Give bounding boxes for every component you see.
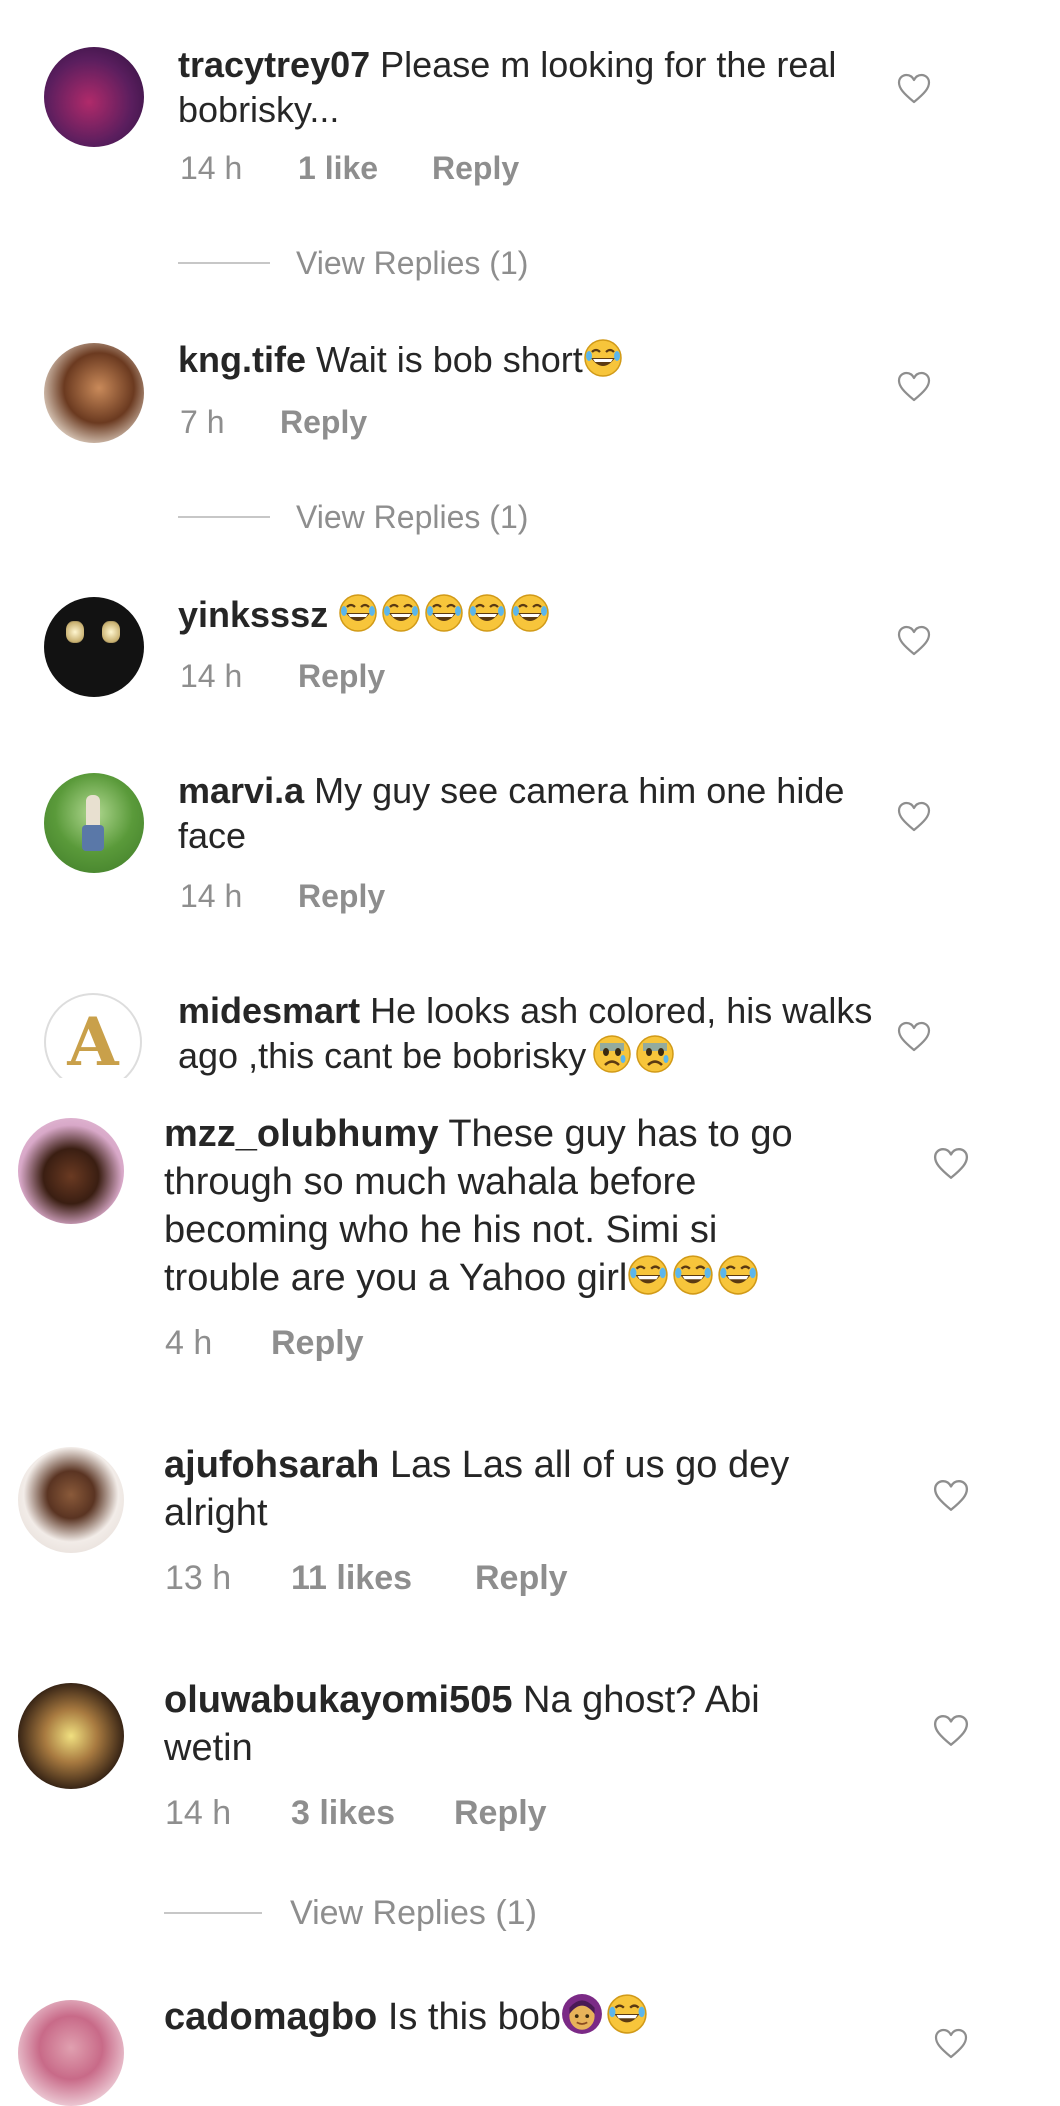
comment-text: ajufohsarah Las Las all of us go dey alr… xyxy=(164,1441,844,1537)
sad-emoji-icon xyxy=(592,1034,632,1074)
avatar[interactable] xyxy=(18,1447,124,1553)
heart-icon[interactable] xyxy=(933,1479,969,1513)
sad-emoji-icon xyxy=(635,1034,675,1074)
heart-icon[interactable] xyxy=(933,1714,969,1748)
avatar-letter: A xyxy=(67,1003,119,1078)
reply-button[interactable]: Reply xyxy=(271,1323,364,1363)
avatar[interactable]: A xyxy=(44,993,142,1078)
username[interactable]: mzz_olubhumy xyxy=(164,1113,438,1155)
heart-icon[interactable] xyxy=(933,2028,969,2060)
laughing-emoji-icon xyxy=(717,1254,759,1296)
view-replies-label: View Replies (1) xyxy=(290,1894,537,1932)
timestamp: 14 h xyxy=(165,1794,232,1832)
username[interactable]: midesmart xyxy=(178,990,360,1031)
woman-emoji-icon xyxy=(561,1993,603,2035)
reply-button[interactable]: Reply xyxy=(475,1558,568,1598)
timestamp: 13 h xyxy=(165,1559,232,1597)
comment-body: Is this bob xyxy=(387,1996,562,2038)
avatar[interactable] xyxy=(18,1683,124,1789)
avatar[interactable] xyxy=(18,1118,124,1224)
timestamp: 4 h xyxy=(165,1324,213,1362)
comment-text: cadomagbo Is this bob xyxy=(164,1993,844,2041)
divider-line xyxy=(164,1912,262,1914)
comment-text: oluwabukayomi505 Na ghost? Abi wetin xyxy=(164,1676,844,1772)
laughing-emoji-icon xyxy=(606,1993,648,2035)
comment-text: midesmart He looks ash colored, his walk… xyxy=(178,988,878,1078)
comment-meta: 4 h Reply xyxy=(165,1323,364,1363)
view-replies-button[interactable]: View Replies (1) xyxy=(164,1893,537,1933)
username[interactable]: ajufohsarah xyxy=(164,1444,379,1486)
username[interactable]: oluwabukayomi505 xyxy=(164,1679,512,1721)
laughing-emoji-icon xyxy=(672,1254,714,1296)
reply-button[interactable]: Reply xyxy=(454,1793,547,1833)
comment-meta: 14 h 3 likes Reply xyxy=(165,1793,547,1833)
comment-text: mzz_olubhumy These guy has to go through… xyxy=(164,1110,844,1302)
like-count[interactable]: 11 likes xyxy=(291,1558,475,1598)
comment-item: A midesmart He looks ash colored, his wa… xyxy=(0,0,1060,1078)
heart-icon[interactable] xyxy=(897,1021,931,1053)
avatar[interactable] xyxy=(18,2000,124,2106)
heart-icon[interactable] xyxy=(933,1147,969,1181)
like-count[interactable]: 3 likes xyxy=(291,1793,454,1833)
comment-meta: 13 h 11 likes Reply xyxy=(165,1558,568,1598)
username[interactable]: cadomagbo xyxy=(164,1996,377,2038)
laughing-emoji-icon xyxy=(627,1254,669,1296)
